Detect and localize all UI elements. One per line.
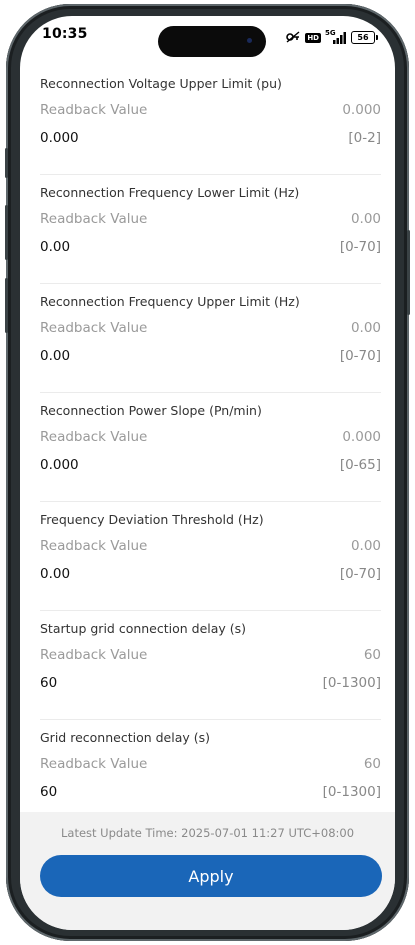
status-bar: 10:35 HD 5G 56 (20, 16, 395, 60)
setting-section: Frequency Deviation Threshold (Hz) Readba… (40, 502, 381, 611)
signal-5g-icon: 5G (325, 29, 347, 44)
setting-value-input[interactable]: 0.00 (40, 566, 70, 582)
status-icons: HD 5G 56 (285, 28, 378, 47)
setting-title: Frequency Deviation Threshold (Hz) (40, 512, 264, 527)
setting-title: Reconnection Power Slope (Pn/min) (40, 403, 262, 418)
readback-value: 0.00 (350, 320, 381, 336)
setting-section: Startup grid connection delay (s) Readbac… (40, 611, 381, 720)
setting-value-input[interactable]: 0.00 (40, 348, 70, 364)
readback-label: Readback Value (40, 102, 148, 118)
setting-range: [0-2] (348, 130, 381, 146)
setting-range: [0-70] (339, 239, 381, 255)
setting-value-input[interactable]: 0.000 (40, 130, 79, 146)
setting-range: [0-70] (339, 348, 381, 364)
readback-value: 0.00 (350, 211, 381, 227)
setting-range: [0-1300] (322, 784, 381, 800)
setting-value-input[interactable]: 0.000 (40, 457, 79, 473)
no-signal-key-icon (285, 28, 301, 47)
setting-title: Reconnection Frequency Lower Limit (Hz) (40, 185, 300, 200)
setting-section: Reconnection Power Slope (Pn/min) Readbac… (40, 393, 381, 502)
setting-title: Grid reconnection delay (s) (40, 730, 211, 745)
phone-device: 10:35 HD 5G 56 Reconnection Voltage Uppe… (0, 0, 415, 945)
volume-down-button (5, 278, 8, 333)
setting-value-input[interactable]: 60 (40, 675, 57, 691)
latest-update-time: Latest Update Time: 2025-07-01 11:27 UTC… (60, 826, 355, 840)
readback-label: Readback Value (40, 211, 148, 227)
setting-title: Startup grid connection delay (s) (40, 621, 247, 636)
dynamic-island (158, 26, 266, 57)
readback-label: Readback Value (40, 647, 148, 663)
bottom-panel: Latest Update Time: 2025-07-01 11:27 UTC… (20, 812, 395, 930)
setting-title: Reconnection Voltage Upper Limit (pu) (40, 76, 282, 91)
readback-value: 60 (363, 647, 381, 663)
setting-section: Reconnection Voltage Upper Limit (pu) Rea… (40, 66, 381, 175)
readback-label: Readback Value (40, 538, 148, 554)
readback-label: Readback Value (40, 320, 148, 336)
readback-value: 0.000 (342, 102, 381, 118)
apply-button[interactable]: Apply (40, 855, 382, 897)
status-time: 10:35 (42, 26, 88, 42)
settings-list: Reconnection Voltage Upper Limit (pu) Rea… (20, 66, 395, 829)
readback-label: Readback Value (40, 429, 148, 445)
setting-value-input[interactable]: 0.00 (40, 239, 70, 255)
phone-screen: 10:35 HD 5G 56 Reconnection Voltage Uppe… (20, 16, 395, 930)
camera-icon (247, 38, 252, 43)
setting-range: [0-65] (339, 457, 381, 473)
readback-value: 0.000 (342, 429, 381, 445)
setting-range: [0-70] (339, 566, 381, 582)
setting-section: Reconnection Frequency Upper Limit (Hz) R… (40, 284, 381, 393)
setting-section: Reconnection Frequency Lower Limit (Hz) R… (40, 175, 381, 284)
power-button (407, 230, 410, 315)
hd-icon: HD (305, 32, 321, 43)
battery-icon: 56 (351, 31, 378, 44)
readback-value: 60 (363, 756, 381, 772)
action-button (5, 148, 8, 178)
readback-value: 0.00 (350, 538, 381, 554)
setting-range: [0-1300] (322, 675, 381, 691)
setting-title: Reconnection Frequency Upper Limit (Hz) (40, 294, 300, 309)
readback-label: Readback Value (40, 756, 148, 772)
volume-up-button (5, 205, 8, 260)
setting-value-input[interactable]: 60 (40, 784, 57, 800)
